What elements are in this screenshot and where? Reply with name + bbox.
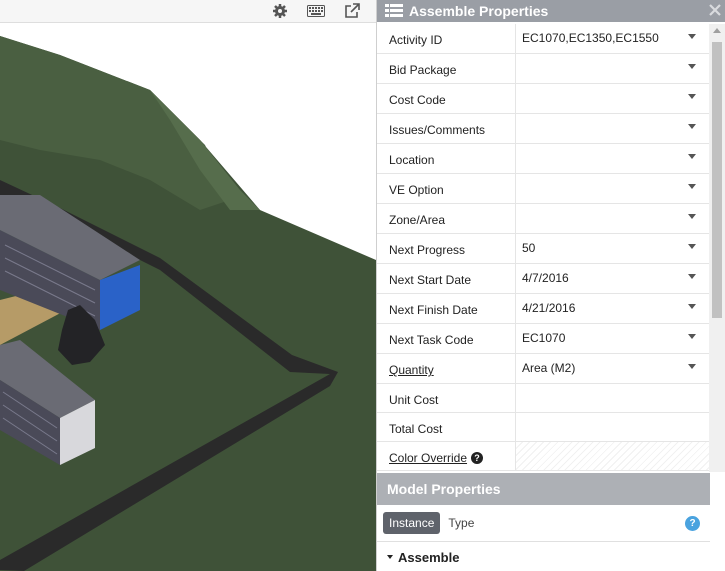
help-icon[interactable]: ?: [471, 451, 484, 464]
keyboard-icon[interactable]: [302, 0, 330, 22]
assemble-properties-panel: Assemble Properties Activity ID EC1070,E…: [376, 0, 725, 571]
section-assemble[interactable]: Assemble: [377, 543, 710, 571]
ve-option-select[interactable]: [516, 174, 710, 203]
close-icon[interactable]: [706, 1, 724, 19]
3d-viewport[interactable]: [0, 0, 376, 571]
prop-label: Activity ID: [377, 24, 516, 53]
panel-title: Assemble Properties: [409, 3, 549, 19]
prop-row-activity-id: Activity ID EC1070,EC1350,EC1550: [377, 24, 710, 54]
viewport-toolbar: [0, 0, 376, 23]
prop-row-next-task-code: Next Task Code EC1070: [377, 324, 710, 354]
chevron-down-icon[interactable]: [688, 154, 696, 159]
panel-header: Assemble Properties: [377, 0, 725, 22]
prop-label: Location: [377, 144, 516, 173]
prop-row-location: Location: [377, 144, 710, 174]
prop-label: Cost Code: [377, 84, 516, 113]
prop-row-ve-option: VE Option: [377, 174, 710, 204]
list-icon: [385, 4, 403, 18]
prop-row-unit-cost: Unit Cost: [377, 384, 710, 413]
prop-row-color-override: Color Override?: [377, 442, 710, 471]
model-scene[interactable]: [0, 0, 376, 571]
section-title: Assemble: [398, 549, 460, 565]
prop-value: EC1070,EC1350,EC1550: [522, 31, 659, 45]
next-finish-date-select[interactable]: 4/21/2016: [516, 294, 710, 323]
prop-label: Issues/Comments: [377, 114, 516, 143]
prop-row-total-cost: Total Cost: [377, 413, 710, 442]
zone-area-select[interactable]: [516, 204, 710, 233]
help-icon[interactable]: ?: [685, 516, 700, 531]
property-list: Activity ID EC1070,EC1350,EC1550 Bid Pac…: [377, 24, 710, 471]
external-link-icon[interactable]: [338, 0, 366, 22]
model-properties-header: Model Properties: [377, 473, 710, 505]
prop-label[interactable]: Quantity: [389, 363, 434, 377]
chevron-down-icon[interactable]: [688, 304, 696, 309]
prop-row-issues-comments: Issues/Comments: [377, 114, 710, 144]
prop-label: Next Progress: [377, 234, 516, 263]
scroll-up-arrow-icon[interactable]: [713, 28, 721, 33]
quantity-label-link[interactable]: Quantity: [377, 354, 516, 383]
prop-row-next-progress: Next Progress 50: [377, 234, 710, 264]
chevron-down-icon[interactable]: [688, 34, 696, 39]
prop-row-zone-area: Zone/Area: [377, 204, 710, 234]
cost-code-select[interactable]: [516, 84, 710, 113]
prop-label: Zone/Area: [377, 204, 516, 233]
gear-icon[interactable]: [266, 0, 294, 22]
next-task-code-select[interactable]: EC1070: [516, 324, 710, 353]
tab-type[interactable]: Type: [448, 516, 474, 530]
chevron-down-icon[interactable]: [688, 364, 696, 369]
prop-value: 50: [522, 241, 536, 255]
color-override-field[interactable]: [516, 442, 710, 470]
prop-label[interactable]: Color Override: [389, 451, 467, 465]
prop-row-next-start-date: Next Start Date 4/7/2016: [377, 264, 710, 294]
prop-row-cost-code: Cost Code: [377, 84, 710, 114]
tab-instance[interactable]: Instance: [383, 512, 441, 534]
chevron-down-icon[interactable]: [688, 64, 696, 69]
prop-label: Next Start Date: [377, 264, 516, 293]
activity-id-select[interactable]: EC1070,EC1350,EC1550: [516, 24, 710, 53]
color-override-label-link[interactable]: Color Override?: [377, 442, 516, 470]
prop-row-bid-package: Bid Package: [377, 54, 710, 84]
scroll-thumb[interactable]: [712, 42, 722, 318]
bid-package-select[interactable]: [516, 54, 710, 83]
issues-comments-select[interactable]: [516, 114, 710, 143]
next-start-date-select[interactable]: 4/7/2016: [516, 264, 710, 293]
prop-label: Unit Cost: [377, 384, 516, 412]
model-properties-tabs: Instance Type ?: [377, 505, 710, 542]
chevron-down-icon[interactable]: [688, 274, 696, 279]
chevron-down-icon[interactable]: [688, 184, 696, 189]
prop-value: 4/7/2016: [522, 271, 569, 285]
prop-label: Next Finish Date: [377, 294, 516, 323]
prop-label: Total Cost: [377, 413, 516, 441]
chevron-down-icon[interactable]: [688, 334, 696, 339]
prop-label: Bid Package: [377, 54, 516, 83]
prop-row-next-finish-date: Next Finish Date 4/21/2016: [377, 294, 710, 324]
total-cost-field[interactable]: [516, 413, 710, 441]
panel-scrollbar[interactable]: [709, 24, 725, 472]
next-progress-select[interactable]: 50: [516, 234, 710, 263]
prop-value: 4/21/2016: [522, 301, 576, 315]
location-select[interactable]: [516, 144, 710, 173]
caret-down-icon[interactable]: [387, 555, 393, 559]
quantity-select[interactable]: Area (M2): [516, 354, 710, 383]
chevron-down-icon[interactable]: [688, 214, 696, 219]
chevron-down-icon[interactable]: [688, 94, 696, 99]
chevron-down-icon[interactable]: [688, 124, 696, 129]
chevron-down-icon[interactable]: [688, 244, 696, 249]
prop-label: Next Task Code: [377, 324, 516, 353]
prop-row-quantity: Quantity Area (M2): [377, 354, 710, 384]
unit-cost-field[interactable]: [516, 384, 710, 412]
prop-value: EC1070: [522, 331, 566, 345]
prop-value: Area (M2): [522, 361, 576, 375]
prop-label: VE Option: [377, 174, 516, 203]
